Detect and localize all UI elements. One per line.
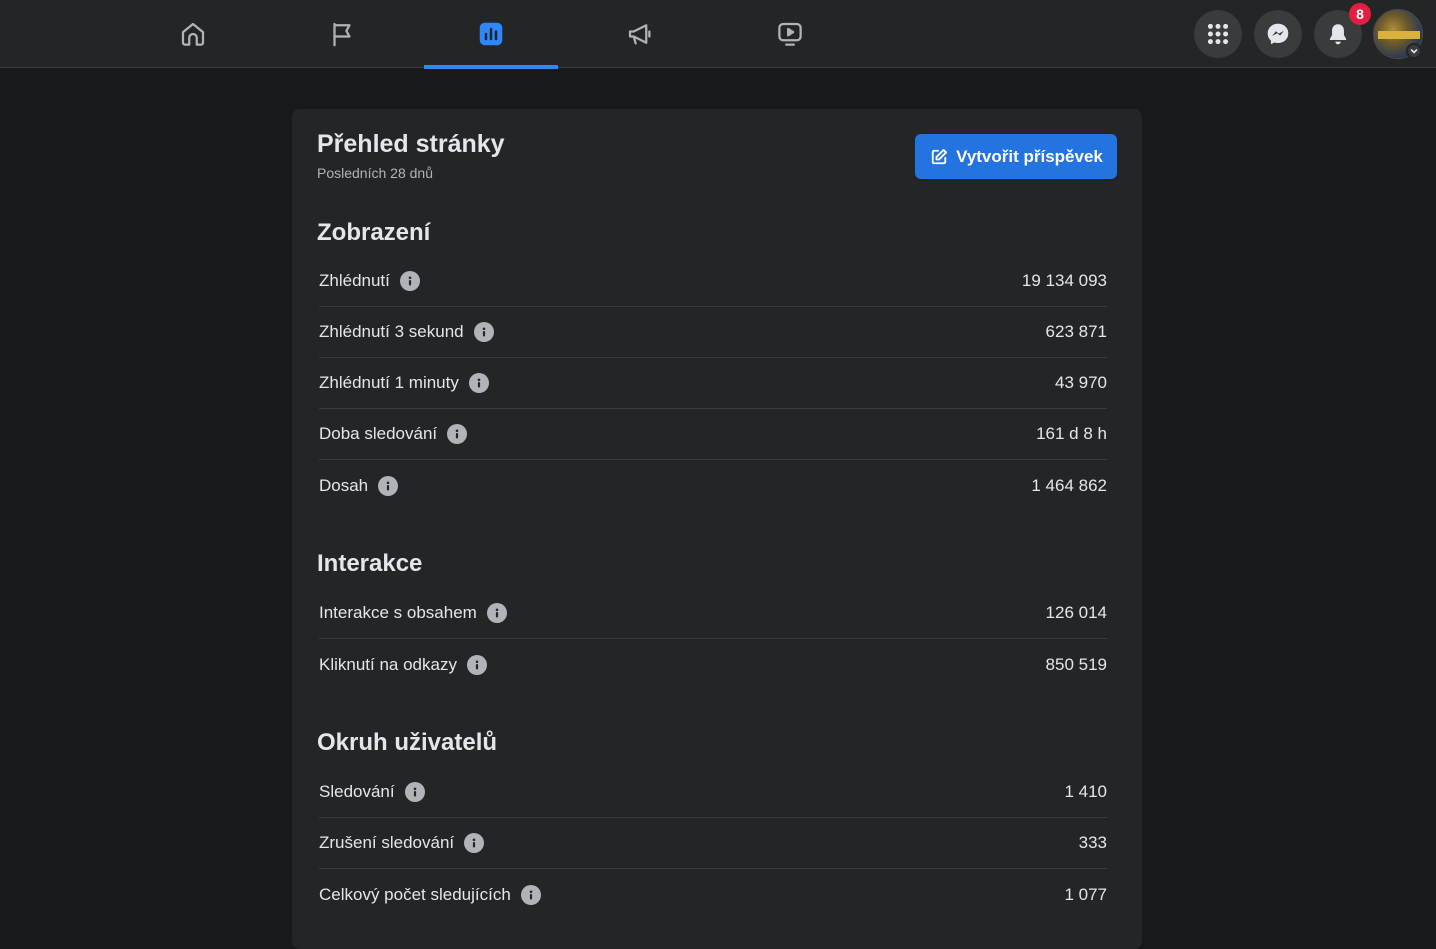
info-icon[interactable]: [468, 373, 489, 393]
metric-row: Kliknutí na odkazy 850 519: [319, 639, 1107, 690]
metric-label: Zrušení sledování: [319, 833, 455, 852]
metric-value: 850 519: [1045, 654, 1107, 674]
create-post-button[interactable]: Vytvořit příspěvek: [915, 134, 1117, 179]
metric-value: 1 464 862: [1031, 475, 1107, 495]
info-icon[interactable]: [404, 782, 425, 802]
notifications-button[interactable]: 8: [1314, 3, 1371, 58]
metric-value: 126 014: [1045, 603, 1107, 622]
messenger-button[interactable]: [1254, 10, 1302, 58]
insights-icon: [479, 22, 503, 46]
metric-row: Zhlédnutí 1 minuty 43 970: [319, 358, 1107, 409]
page-title: Přehled stránky: [317, 130, 505, 158]
create-post-label: Vytvořit příspěvek: [956, 146, 1103, 166]
metric-value: 19 134 093: [1021, 271, 1107, 290]
metric-value: 333: [1078, 833, 1107, 852]
edit-icon: [931, 148, 948, 164]
info-icon[interactable]: [399, 271, 420, 291]
metric-value: 1 410: [1064, 782, 1107, 801]
section-title-interactions: Interakce: [317, 550, 423, 577]
metric-row: Dosah 1 464 862: [319, 460, 1107, 511]
info-icon[interactable]: [378, 475, 399, 496]
page-subtitle: Posledních 28 dnů: [317, 165, 433, 181]
metric-label: Zhlédnutí 1 minuty: [319, 373, 459, 392]
info-icon[interactable]: [464, 833, 485, 853]
bell-icon: [1329, 24, 1347, 45]
metric-label: Interakce s obsahem: [319, 603, 477, 622]
account-menu-chevron[interactable]: [1406, 43, 1422, 59]
menu-button[interactable]: [1194, 10, 1242, 58]
metric-row: Zrušení sledování 333: [319, 818, 1107, 869]
metric-label: Sledování: [319, 782, 395, 801]
metric-label: Kliknutí na odkazy: [319, 654, 457, 674]
metric-value: 623 871: [1045, 322, 1107, 341]
info-icon[interactable]: [520, 884, 541, 905]
megaphone-icon: [628, 24, 651, 45]
metric-label: Dosah: [319, 475, 369, 495]
metric-value: 43 970: [1055, 373, 1107, 392]
nav-tab-home[interactable]: [126, 0, 260, 68]
metric-label: Zhlédnutí: [319, 271, 390, 290]
metric-value: 1 077: [1064, 884, 1107, 904]
section-title-views: Zobrazení: [317, 219, 431, 246]
metric-label: Celkový počet sledujících: [319, 884, 511, 904]
info-icon[interactable]: [473, 322, 494, 342]
active-tab-indicator: [424, 65, 558, 69]
home-icon: [181, 22, 205, 46]
messenger-icon: [1267, 23, 1289, 45]
section-title-audience: Okruh uživatelů: [317, 729, 498, 756]
metric-row: Celkový počet sledujících 1 077: [319, 869, 1107, 920]
chevron-down-icon: [1410, 49, 1418, 54]
top-navigation-bar: 8: [0, 0, 1436, 69]
nav-tab-ads[interactable]: [573, 0, 707, 68]
nav-tab-insights[interactable]: [424, 0, 558, 69]
metric-value: 161 d 8 h: [1036, 424, 1107, 443]
metric-row: Zhlédnutí 3 sekund 623 871: [319, 307, 1107, 358]
metric-label: Doba sledování: [319, 424, 438, 443]
page-overview-card: Přehled stránky Posledních 28 dnů Vytvoř…: [292, 109, 1142, 949]
menu-grid-icon: [1207, 23, 1229, 45]
metric-label: Zhlédnutí 3 sekund: [319, 322, 464, 341]
nav-tab-watch[interactable]: [723, 0, 857, 68]
nav-tab-pages[interactable]: [275, 0, 409, 68]
info-icon[interactable]: [466, 654, 487, 675]
metric-row: Doba sledování 161 d 8 h: [319, 409, 1107, 460]
metric-row: Sledování 1 410: [319, 767, 1107, 818]
watch-icon: [778, 22, 802, 46]
info-icon[interactable]: [447, 424, 468, 444]
metric-row: Zhlédnutí 19 134 093: [319, 256, 1107, 307]
metric-row: Interakce s obsahem 126 014: [319, 588, 1107, 639]
flag-icon: [333, 22, 351, 47]
notifications-badge: 8: [1349, 3, 1371, 25]
info-icon[interactable]: [486, 603, 507, 623]
